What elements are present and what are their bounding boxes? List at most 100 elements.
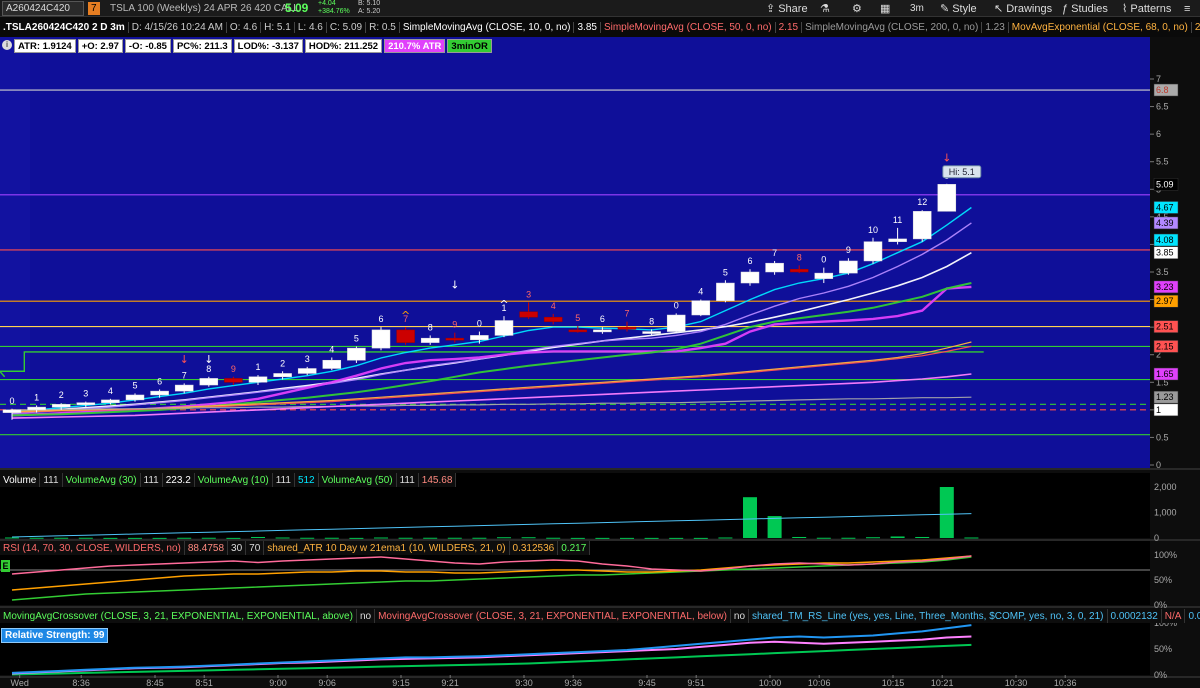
info-chip: PC%: 211.3 <box>172 39 232 53</box>
info-chip: 3minOR <box>447 39 492 53</box>
candle-body <box>445 337 465 341</box>
premarket-shade <box>0 37 30 468</box>
candle-body <box>224 378 243 383</box>
volume-bar <box>300 537 315 539</box>
time-axis-label: Wed <box>11 678 29 688</box>
rs-na: N/A <box>1162 609 1186 623</box>
info-chip: 210.7% ATR <box>384 39 446 53</box>
sequence-count-label: 3 <box>305 354 310 364</box>
sequence-count-label: 5 <box>575 313 580 323</box>
rsi-label: RSI (14, 70, 30, CLOSE, WILDERS, no) <box>0 541 185 555</box>
volume-bar <box>423 537 438 539</box>
candle-body <box>666 314 686 332</box>
candle-body <box>937 184 957 212</box>
sequence-count-label: 10 <box>868 225 878 235</box>
info-icon[interactable]: i <box>2 40 12 50</box>
candle-body <box>174 384 194 392</box>
volume-bar <box>816 537 831 539</box>
rs-line-label: shared_TM_RS_Line (yes, yes, Line, Three… <box>749 609 1108 623</box>
time-axis-label: 10:21 <box>931 678 954 688</box>
info-chip: LOD%: -3.137 <box>233 39 303 53</box>
sequence-count-label: 4 <box>551 301 556 311</box>
volume-bar <box>128 537 142 539</box>
sequence-count-label: 7 <box>624 309 629 319</box>
sequence-count-label: 6 <box>157 376 162 386</box>
volavg10-extra: 512 <box>295 473 319 487</box>
candle-body <box>740 271 760 284</box>
volume-bar <box>275 537 290 539</box>
sequence-count-label: 0 <box>674 300 679 310</box>
info-chip: HOD%: 211.252 <box>304 39 383 53</box>
label-chips: ATR: 1.9124 +O: 2.97 -O: -0.85 PC%: 211.3 LO… <box>14 39 492 53</box>
candle-body <box>150 390 169 396</box>
candle-body <box>101 399 120 403</box>
rs-line-value: 0.0002132 <box>1108 609 1162 623</box>
volume-bar <box>201 537 216 539</box>
candle-body <box>617 326 637 330</box>
arrow-down-icon: ↓ <box>450 279 459 292</box>
sequence-count-label: 4 <box>698 287 703 297</box>
volume-bar <box>177 537 192 539</box>
atr-label: shared_ATR 10 Day w 21ema1 (10, WILDERS,… <box>264 541 510 555</box>
sequence-count-label: 7 <box>772 248 777 258</box>
price-axis-label: 3.5 <box>1156 267 1169 277</box>
price-axis-label: 5.5 <box>1156 157 1169 167</box>
chart-canvas[interactable]: 00.511.522.533.544.555.566.5701234567891… <box>0 0 1200 688</box>
rs-axis-label: 0% <box>1154 670 1167 680</box>
sequence-count-label: 5 <box>132 380 137 390</box>
volume-bar <box>620 537 634 539</box>
candle-body <box>248 376 268 383</box>
candle-body <box>76 402 96 405</box>
sequence-count-label: 7 <box>182 370 187 380</box>
price-axis-label: 6.5 <box>1156 102 1169 112</box>
atr-value2: 0.217 <box>558 541 591 555</box>
volume-value: 111 <box>40 473 63 487</box>
volume-bar <box>915 536 930 538</box>
volume-bar <box>644 537 659 539</box>
arrow-down-icon: ↓ <box>204 353 213 366</box>
sequence-count-label: 9 <box>452 320 457 330</box>
volume-bar <box>5 537 19 539</box>
price-axis-label: 6 <box>1156 129 1161 139</box>
price-tag: 1.65 <box>1156 369 1174 379</box>
sequence-count-label: 5 <box>354 333 359 343</box>
volume-bar <box>447 537 462 539</box>
candle-body <box>199 378 219 386</box>
arrow-down-icon: ↓ <box>942 152 951 165</box>
ma-cross-above-label: MovingAvgCrossover (CLOSE, 3, 21, EXPONE… <box>0 609 357 623</box>
time-axis-label: 10:36 <box>1054 678 1077 688</box>
price-tag: 4.39 <box>1156 218 1174 228</box>
ma-cross-below-value: no <box>731 609 750 623</box>
volume-bar <box>595 537 610 539</box>
volume-bar <box>497 537 511 539</box>
sequence-count-label: 4 <box>329 344 334 354</box>
time-axis-label: 10:00 <box>759 678 782 688</box>
candle-body <box>543 316 563 322</box>
candle-body <box>863 241 883 262</box>
volavg30-value: 111 <box>141 473 163 487</box>
time-axis-label: 8:45 <box>146 678 164 688</box>
volume-bar <box>472 537 487 539</box>
time-axis-label: 9:21 <box>441 678 459 688</box>
volavg50-label: VolumeAvg (50) <box>319 473 397 487</box>
ma-cross-above-value: no <box>357 609 376 623</box>
volavg10-label: VolumeAvg (10) <box>195 473 273 487</box>
volume-bar <box>866 537 880 539</box>
rsi-tag[interactable]: E <box>1 560 10 572</box>
candle-body <box>888 238 907 242</box>
volume-bar <box>841 537 856 539</box>
price-axis-label: 7 <box>1156 74 1161 84</box>
sequence-count-label: 11 <box>893 215 902 225</box>
hi-label: Hi: 5.1 <box>949 167 975 177</box>
price-tag: 2.51 <box>1156 322 1174 332</box>
volume-axis-label: 0 <box>1154 533 1159 543</box>
candle-body <box>716 282 735 301</box>
time-axis-label: 10:30 <box>1005 678 1028 688</box>
price-tag: 1 <box>1156 405 1161 415</box>
candle-body <box>322 359 342 369</box>
arrow-up-icon: ^ <box>499 298 508 311</box>
volume-bar <box>251 536 265 538</box>
time-axis-label: 10:06 <box>808 678 831 688</box>
time-axis-label: 9:15 <box>392 678 410 688</box>
volavg50-extra: 145.68 <box>419 473 457 487</box>
